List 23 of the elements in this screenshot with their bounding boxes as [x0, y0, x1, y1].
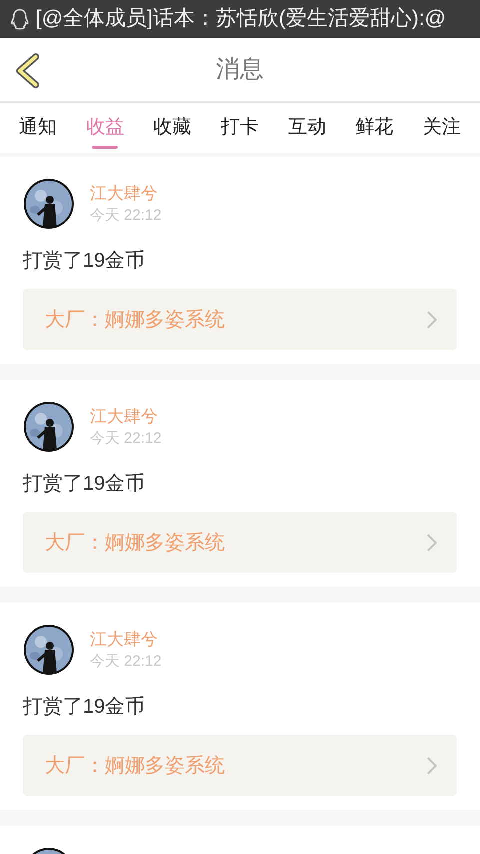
message-text: 打赏了19金币	[23, 249, 146, 274]
tab[interactable]: 打卡	[220, 103, 259, 153]
chevron-right-icon	[427, 534, 437, 552]
tab[interactable]: 收益	[86, 103, 124, 153]
back-icon[interactable]	[15, 53, 41, 89]
novel-link[interactable]: 大厂：婀娜多姿系统	[23, 735, 457, 796]
message-text: 打赏了19金币	[23, 695, 146, 720]
message-text: 打赏了19金币	[23, 472, 146, 497]
notification-text: [@全体成员]话本：苏恬欣(爱生活爱甜心):@	[36, 6, 446, 32]
novel-link[interactable]: 大厂：婀娜多姿系统	[23, 289, 457, 350]
penguin-icon	[10, 8, 30, 30]
tab[interactable]: 通知	[19, 103, 57, 153]
tab[interactable]: 鲜花	[356, 103, 394, 153]
tab[interactable]: 互动	[288, 103, 326, 153]
page-title: 消息	[216, 54, 264, 84]
chevron-right-icon	[427, 310, 437, 328]
chevron-right-icon	[427, 756, 437, 774]
tab[interactable]: 收藏	[154, 103, 192, 153]
tab[interactable]: 关注	[422, 103, 461, 153]
user-name[interactable]: 江大肆兮	[90, 406, 162, 428]
user-name[interactable]: 江大肆兮	[90, 182, 162, 204]
user-name[interactable]: 江大肆兮	[90, 628, 162, 650]
novel-link[interactable]: 大厂：婀娜多姿系统	[23, 512, 457, 573]
